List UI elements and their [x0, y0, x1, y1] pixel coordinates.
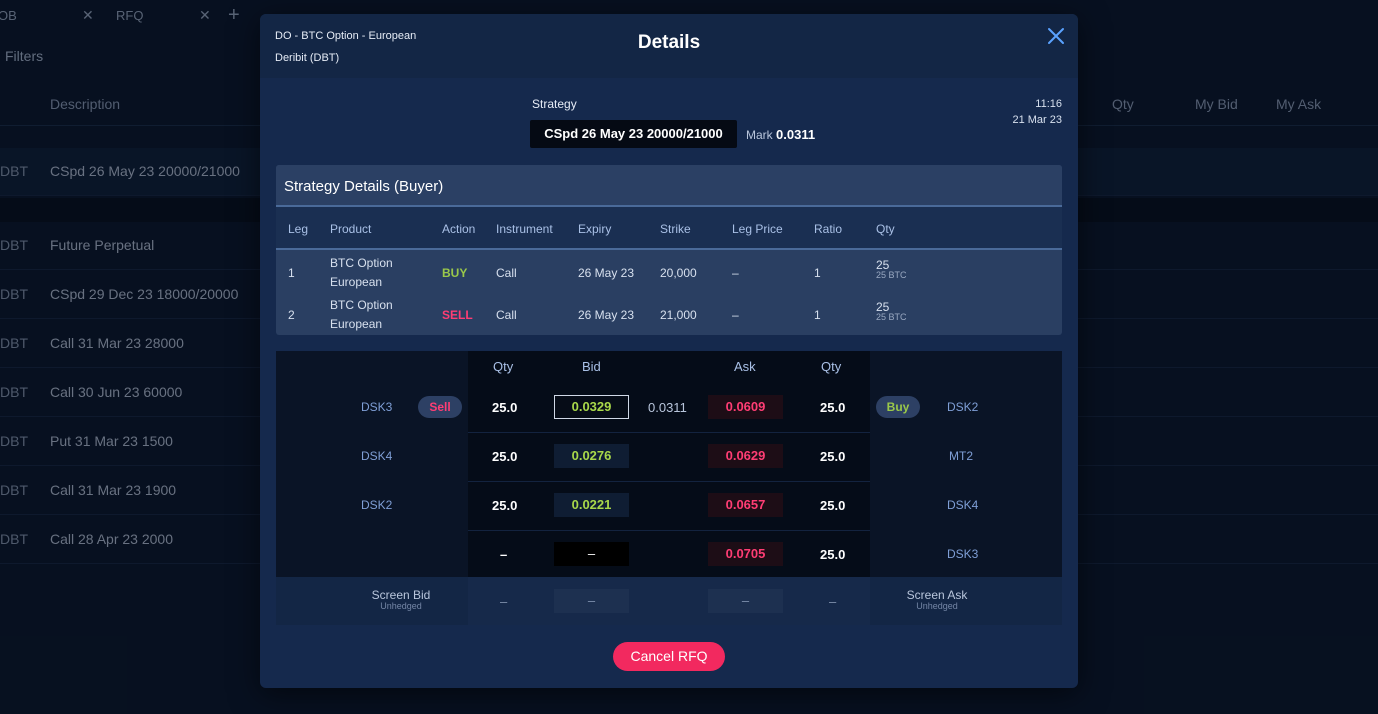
strategy-details-panel: Strategy Details (Buyer) Leg Product Act…	[276, 165, 1062, 335]
ask-price[interactable]: 0.0629	[708, 444, 783, 468]
screen-bid: Screen Bid Unhedged	[356, 588, 446, 611]
col-ask: Ask	[734, 359, 756, 374]
ask-dealer: DSK2	[947, 400, 979, 414]
instrument-cell: Call	[496, 308, 517, 322]
bid-price[interactable]: 0.0221	[554, 493, 629, 517]
col-instrument: Instrument	[496, 222, 553, 236]
legs-table-header: Leg Product Action Instrument Expiry Str…	[276, 207, 1062, 250]
product-line: BTC Option	[330, 298, 393, 312]
divider	[468, 481, 870, 482]
ratio-cell: 1	[814, 266, 821, 280]
leg-price-cell: –	[732, 266, 739, 280]
product-cell: BTC Option European	[330, 254, 393, 292]
screen-prices-row: Screen Bid Unhedged – – – – Screen Ask U…	[276, 577, 1062, 625]
strike-cell: 20,000	[660, 266, 697, 280]
bid-dealer: DSK3	[361, 400, 393, 414]
ask-qty: 25.0	[820, 547, 846, 562]
strike-cell: 21,000	[660, 308, 697, 322]
bid-price[interactable]: 0.0276	[554, 444, 629, 468]
screen-bid-price: –	[554, 589, 629, 613]
col-product: Product	[330, 222, 372, 236]
strategy-value: CSpd 26 May 23 20000/21000	[530, 120, 737, 148]
bid-price[interactable]: –	[554, 542, 629, 566]
bid-qty: 25.0	[492, 449, 518, 464]
product-cell: BTC Option European	[330, 296, 393, 334]
time-value: 11:16	[1035, 98, 1062, 110]
bid-dealer: DSK4	[361, 449, 393, 463]
screen-center	[468, 577, 870, 625]
leg-cell: 2	[288, 308, 295, 322]
modal-title: Details	[637, 32, 701, 53]
product-line: European	[330, 317, 383, 331]
close-icon[interactable]	[1046, 26, 1066, 46]
bid-qty: 25.0	[492, 498, 518, 513]
timestamp: 11:16 21 Mar 23	[1012, 96, 1062, 128]
expiry-cell: 26 May 23	[578, 308, 635, 322]
ask-dealer: DSK3	[947, 547, 979, 561]
mark-mid: 0.0311	[648, 400, 687, 415]
expiry-cell: 26 May 23	[578, 266, 635, 280]
ask-qty: 25.0	[820, 400, 846, 415]
instrument-cell: Call	[496, 266, 517, 280]
ask-qty: 25.0	[820, 498, 846, 513]
product-line: European	[330, 275, 383, 289]
screen-bid-qty: –	[500, 594, 508, 609]
strategy-details-title: Strategy Details (Buyer)	[276, 165, 1062, 207]
bid-dealer: DSK2	[361, 498, 393, 512]
mark-value: 0.0311	[776, 127, 816, 142]
cancel-rfq-button[interactable]: Cancel RFQ	[613, 642, 725, 671]
table-row: 1 BTC Option European BUY Call 26 May 23…	[276, 252, 1062, 294]
quote-book: Qty Bid Ask Qty DSK3 Sell 25.0 0.0329 0.…	[276, 351, 1062, 625]
col-bid: Bid	[582, 359, 601, 374]
action-cell: BUY	[442, 266, 468, 280]
product-line: BTC Option	[330, 256, 393, 270]
qty-cell: 25 25 BTC	[876, 300, 907, 322]
screen-ask-sub: Unhedged	[916, 601, 958, 611]
qty-sub: 25 BTC	[876, 312, 907, 322]
bid-price[interactable]: 0.0329	[554, 395, 629, 419]
col-qty: Qty	[876, 222, 895, 236]
col-expiry: Expiry	[578, 222, 612, 236]
screen-ask-qty: –	[829, 594, 837, 609]
details-modal: DO - BTC Option - European Deribit (DBT)…	[260, 14, 1078, 688]
table-row: 2 BTC Option European SELL Call 26 May 2…	[276, 294, 1062, 335]
ask-dealer: DSK4	[947, 498, 979, 512]
screen-ask-label: Screen Ask	[906, 588, 968, 602]
col-leg: Leg	[288, 222, 309, 236]
modal-header: DO - BTC Option - European Deribit (DBT)…	[260, 14, 1078, 78]
date-value: 21 Mar 23	[1012, 114, 1062, 126]
divider	[468, 530, 870, 531]
ratio-cell: 1	[814, 308, 821, 322]
ask-price[interactable]: 0.0705	[708, 542, 783, 566]
col-bid-qty: Qty	[493, 359, 514, 374]
sell-button[interactable]: Sell	[418, 396, 462, 418]
screen-ask-price: –	[708, 589, 783, 613]
ask-price[interactable]: 0.0609	[708, 395, 783, 419]
col-action: Action	[442, 222, 476, 236]
action-cell: SELL	[442, 308, 473, 322]
screen-ask: Screen Ask Unhedged	[892, 588, 982, 611]
col-strike: Strike	[660, 222, 691, 236]
strategy-label: Strategy	[532, 97, 577, 111]
col-ratio: Ratio	[814, 222, 843, 236]
screen-bid-label: Screen Bid	[371, 588, 431, 602]
qty-cell: 25 25 BTC	[876, 258, 907, 280]
divider	[468, 432, 870, 433]
screen-bid-sub: Unhedged	[380, 601, 422, 611]
col-leg-price: Leg Price	[732, 222, 783, 236]
leg-price-cell: –	[732, 308, 739, 322]
ask-price[interactable]: 0.0657	[708, 493, 783, 517]
ask-qty: 25.0	[820, 449, 846, 464]
qty-sub: 25 BTC	[876, 270, 907, 280]
mark-label: Mark	[746, 128, 773, 142]
leg-cell: 1	[288, 266, 295, 280]
bid-qty: –	[500, 547, 508, 562]
ask-dealer: MT2	[949, 449, 973, 463]
col-ask-qty: Qty	[821, 359, 842, 374]
mark-price: Mark 0.0311	[746, 127, 815, 142]
buy-button[interactable]: Buy	[876, 396, 920, 418]
bid-qty: 25.0	[492, 400, 518, 415]
